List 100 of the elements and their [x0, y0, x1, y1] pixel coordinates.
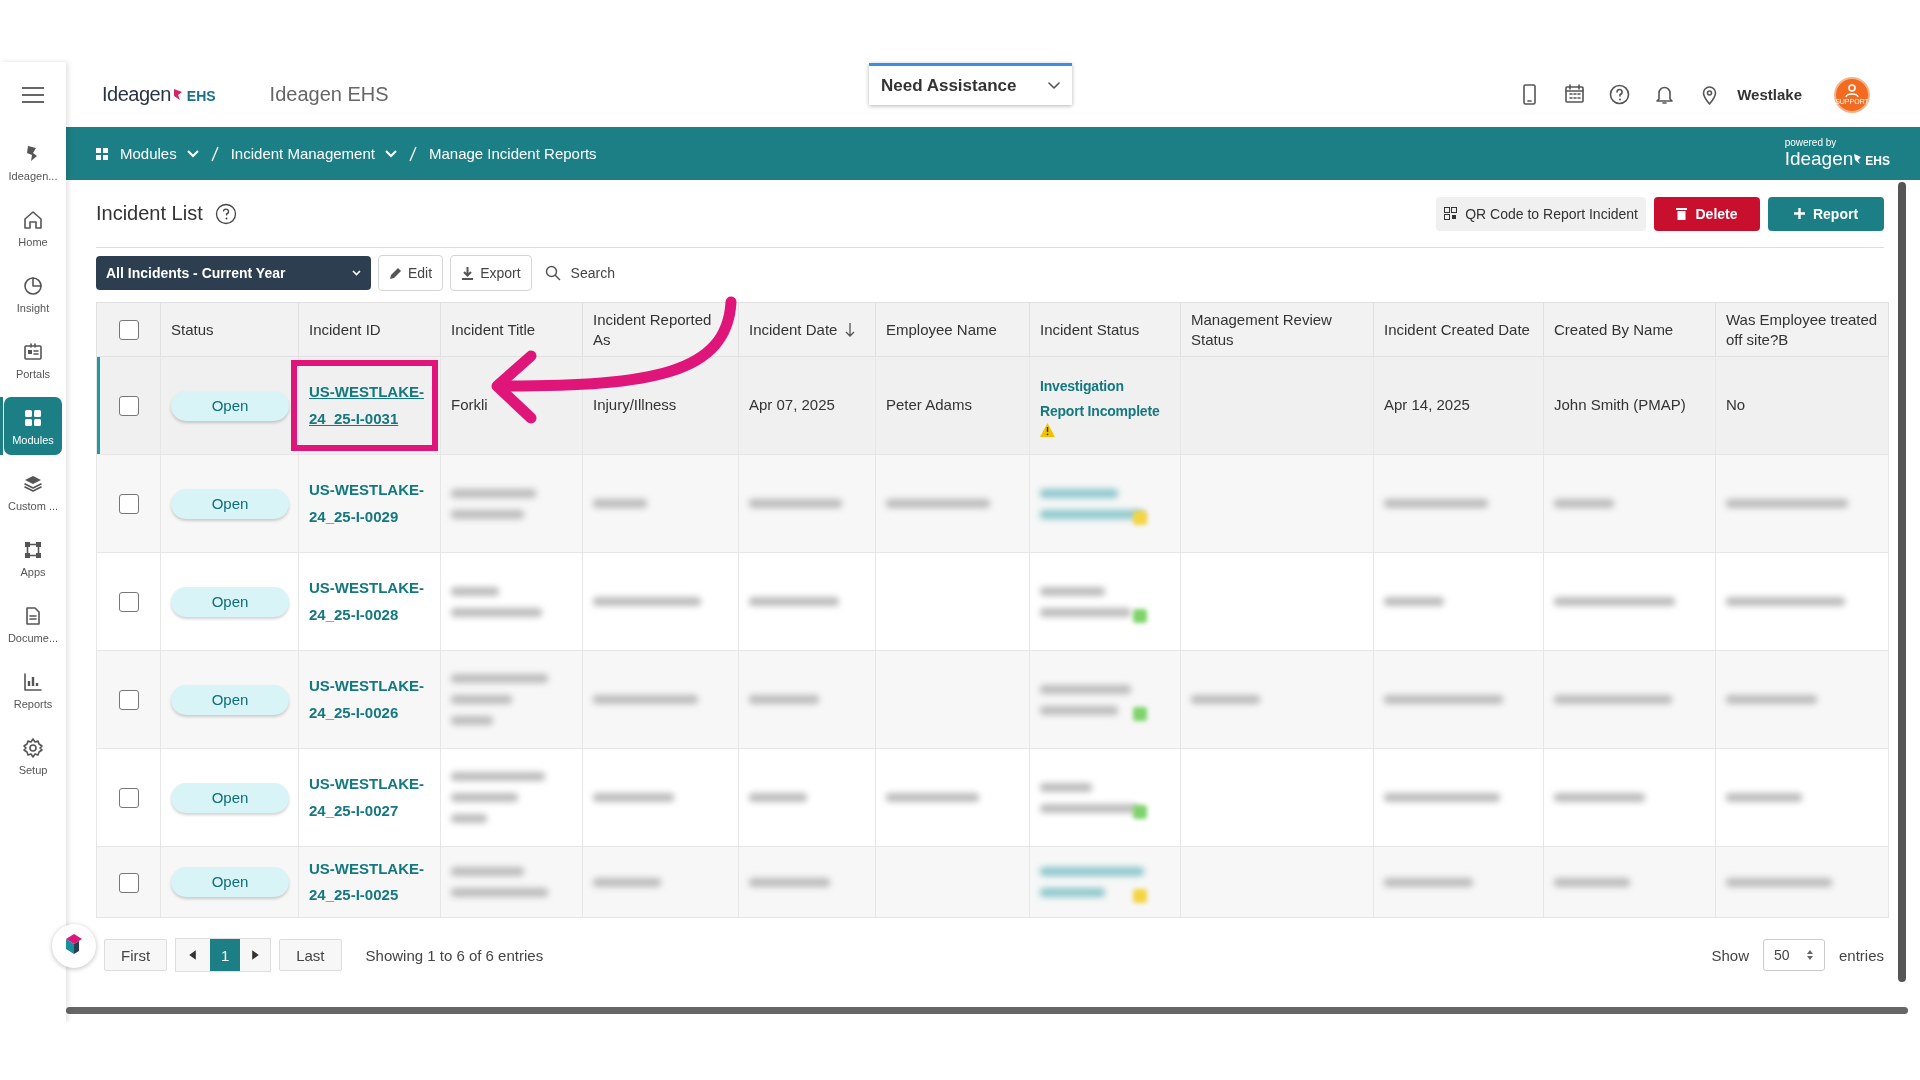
sidebar-item[interactable]: Ideagen... — [4, 133, 62, 191]
redacted-text — [451, 695, 512, 704]
download-icon — [461, 266, 475, 280]
table-cell: Apr 07, 2025 — [749, 396, 835, 414]
table-row[interactable]: Open US-WESTLAKE-24_25-I-0025 — [96, 846, 1889, 918]
status-badge: Open — [171, 684, 289, 715]
row-checkbox[interactable] — [118, 872, 139, 893]
sidebar-item[interactable]: Portals — [4, 331, 62, 389]
redacted-text — [451, 814, 488, 823]
search-field[interactable]: Search — [568, 264, 653, 282]
redacted-text — [1554, 499, 1615, 508]
search-icon — [544, 265, 561, 281]
location-label: Westlake — [1737, 86, 1802, 103]
table-row[interactable]: Open US-WESTLAKE-24_25-I-0028 — [96, 552, 1889, 651]
help-icon[interactable] — [1608, 83, 1632, 106]
table-row[interactable]: Open US-WESTLAKE-24_25-I-0026 — [96, 650, 1889, 749]
logo-mark-icon — [171, 87, 184, 101]
plus-icon — [1793, 208, 1805, 219]
breadcrumb-link[interactable]: Manage Incident Reports — [428, 145, 597, 162]
sidebar-item[interactable]: Setup — [4, 727, 62, 785]
filter-dropdown[interactable]: All Incidents - Current Year — [96, 256, 371, 290]
logo-mark-icon — [1853, 153, 1864, 165]
assistance-dropdown[interactable]: Need Assistance — [869, 63, 1072, 105]
redacted-text — [451, 586, 500, 596]
chevron-down-icon[interactable] — [384, 149, 397, 158]
delete-button[interactable]: Delete — [1654, 196, 1760, 231]
qr-code-button[interactable]: QR Code to Report Incident — [1436, 196, 1646, 231]
logo[interactable]: Ideagen EHS — [102, 83, 216, 106]
slash-separator-icon — [408, 145, 417, 162]
status-badge: Open — [171, 390, 289, 421]
redacted-text — [593, 877, 661, 887]
powered-by-logo: powered by Ideagen EHS — [1784, 137, 1890, 170]
status-badge: Open — [171, 782, 289, 813]
chevron-down-icon — [352, 270, 361, 276]
row-checkbox[interactable] — [118, 396, 139, 417]
bar-chart-icon — [22, 670, 44, 693]
page-button[interactable]: 1 — [210, 939, 241, 971]
app-title: Ideagen EHS — [269, 83, 389, 106]
help-icon[interactable] — [214, 202, 237, 225]
gear-icon — [22, 736, 44, 759]
edit-button[interactable]: Edit — [378, 255, 444, 291]
pencil-icon — [389, 266, 402, 280]
row-checkbox[interactable] — [118, 690, 139, 711]
table-row[interactable]: Open US-WESTLAKE-24_25-I-0031 Forkli Injury/Illness Apr 07, 2025 Peter Adams Investigation Report Incomplete Apr 14, 2025 John Smith (PMAP) No — [96, 356, 1889, 455]
sidebar-item[interactable]: Apps — [4, 529, 62, 587]
id-card-icon — [22, 340, 44, 363]
table-cell: John Smith (PMAP) — [1554, 396, 1686, 414]
sidebar-item[interactable]: Docume... — [4, 595, 62, 653]
grid-icon — [96, 147, 108, 160]
chevron-down-icon — [1048, 81, 1060, 90]
entries-summary: Showing 1 to 6 of 6 entries — [365, 946, 544, 964]
report-button[interactable]: Report — [1768, 196, 1884, 231]
home-icon — [22, 208, 44, 231]
redacted-text — [593, 499, 647, 508]
trash-icon — [1676, 207, 1688, 220]
table-cell: Injury/Illness — [593, 396, 677, 414]
sidebar-item[interactable]: Custom ... — [4, 463, 62, 521]
row-checkbox[interactable] — [118, 788, 139, 809]
select-all-checkbox[interactable] — [118, 320, 139, 340]
first-page-button[interactable]: First — [104, 939, 168, 971]
status-badge: Open — [171, 488, 289, 519]
scrollbar[interactable] — [66, 1007, 1908, 1014]
table-cell: Forkli — [451, 396, 488, 414]
breadcrumb-link[interactable]: Incident Management — [230, 145, 375, 162]
floating-logo-button[interactable] — [52, 924, 96, 968]
redacted-text — [451, 716, 494, 725]
page-title: Incident List — [96, 202, 203, 225]
entries-label: entries — [1838, 946, 1884, 964]
slash-separator-icon — [210, 145, 219, 162]
status-badge: Open — [171, 586, 289, 617]
spinner-arrows-icon — [1805, 949, 1814, 961]
status-badge: Open — [171, 867, 289, 897]
table-row[interactable]: Open US-WESTLAKE-24_25-I-0027 — [96, 748, 1889, 847]
chevron-down-icon[interactable] — [186, 149, 199, 158]
scrollbar[interactable] — [1898, 182, 1906, 982]
row-checkbox[interactable] — [118, 592, 139, 613]
pie-chart-icon — [22, 274, 44, 297]
table-cell: Peter Adams — [886, 396, 972, 414]
menu-icon[interactable] — [20, 84, 46, 105]
page-size-select[interactable]: 50 — [1762, 939, 1825, 971]
sidebar-item[interactable]: Insight — [4, 265, 62, 323]
redacted-text — [749, 695, 819, 704]
last-page-button[interactable]: Last — [279, 939, 342, 971]
calendar-icon[interactable] — [1563, 83, 1587, 106]
show-label: Show — [1711, 946, 1749, 964]
redacted-text — [1191, 695, 1260, 704]
sidebar-item[interactable]: Home — [4, 199, 62, 257]
sort-arrow-icon[interactable] — [845, 322, 856, 337]
incident-status-text: Investigation Report Incomplete — [1040, 377, 1161, 421]
table-cell: No — [1726, 396, 1746, 414]
breadcrumb-link[interactable]: Modules — [120, 145, 177, 162]
sidebar-item[interactable]: Reports — [4, 661, 62, 719]
table-row[interactable]: Open US-WESTLAKE-24_25-I-0029 — [96, 454, 1889, 553]
table-cell: Apr 14, 2025 — [1384, 396, 1470, 414]
redacted-text — [1384, 597, 1444, 606]
redacted-text — [749, 793, 807, 802]
row-checkbox[interactable] — [118, 494, 139, 515]
export-button[interactable]: Export — [450, 255, 532, 291]
redacted-text — [451, 793, 518, 802]
qr-code-icon — [1444, 207, 1458, 220]
